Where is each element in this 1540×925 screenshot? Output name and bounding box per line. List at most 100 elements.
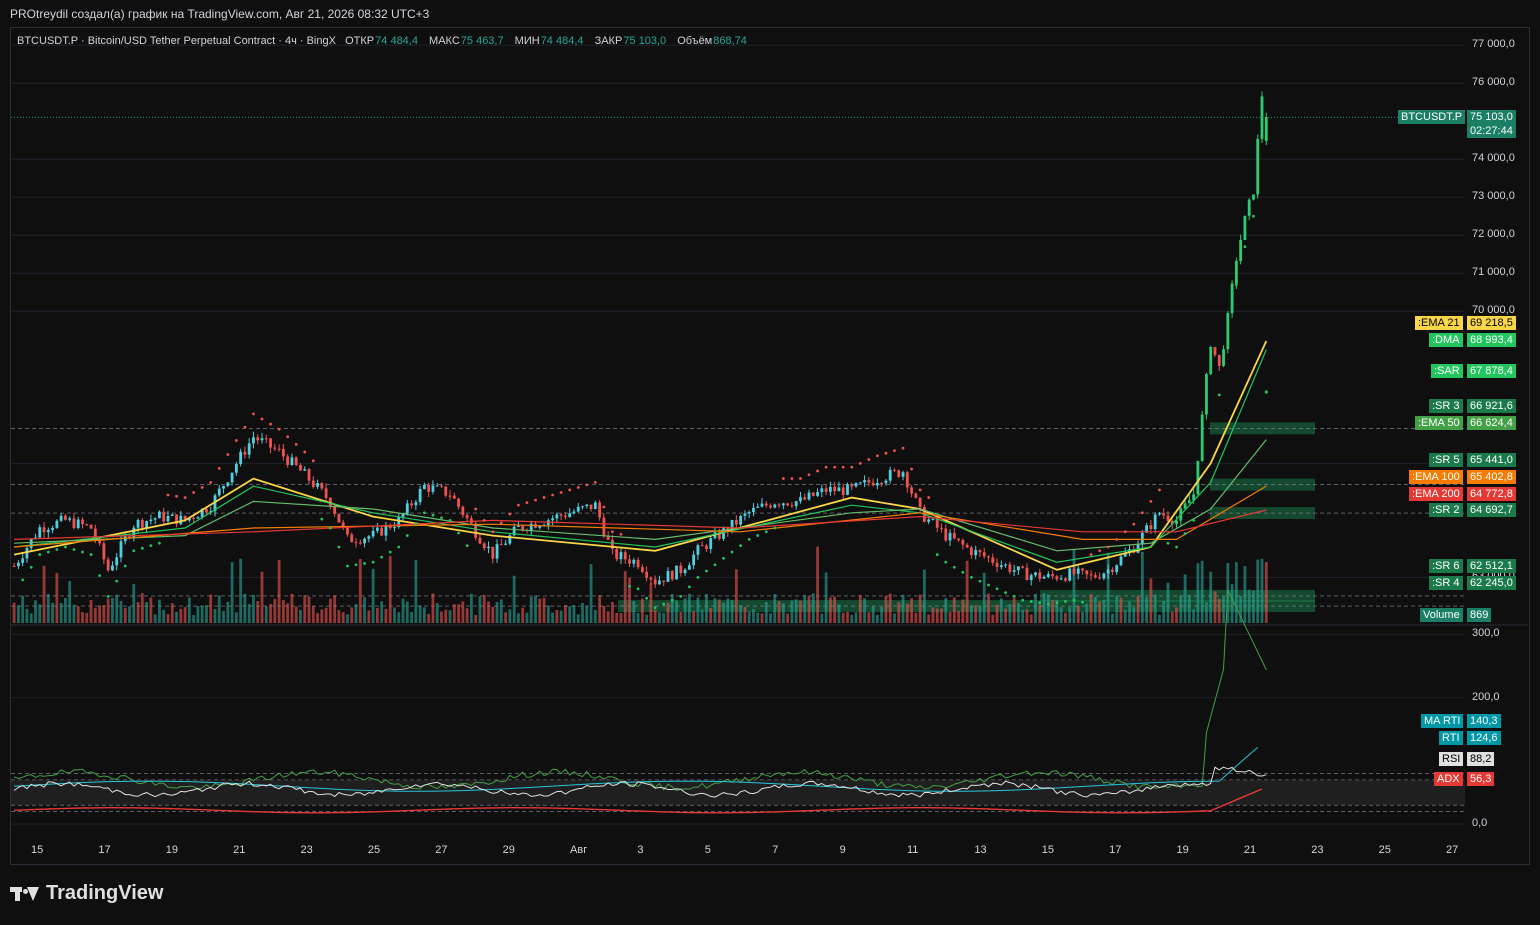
candle-body [452, 495, 456, 499]
sar-dot [311, 459, 315, 463]
chart-canvas[interactable] [0, 0, 1540, 925]
candle-body [264, 438, 268, 440]
oscillator-name-tag: RSI [1439, 752, 1464, 766]
volume-bar [89, 600, 93, 623]
volume-bar [98, 605, 102, 623]
volume-bar [1089, 594, 1093, 623]
indicator-name-tag: :EMA 50 [1415, 416, 1463, 430]
volume-bar [816, 546, 819, 623]
candle-body [777, 504, 781, 506]
candle-body [1243, 215, 1247, 240]
volume-bar [931, 607, 935, 623]
volume-bar [256, 601, 260, 623]
volume-bar [773, 594, 777, 623]
volume-bar [452, 604, 456, 623]
x-axis-tick-label: 17 [1109, 844, 1122, 856]
sar-dot [448, 518, 452, 522]
sar-dot [371, 560, 375, 564]
candle-body [1226, 313, 1230, 350]
candle-body [893, 469, 896, 471]
oscillator-value-tag: 124,6 [1467, 731, 1501, 745]
candle-body [824, 488, 828, 492]
volume-bar [687, 593, 691, 623]
candle-body [1234, 261, 1238, 284]
volume-bar [350, 607, 354, 623]
candle-body [1222, 349, 1225, 366]
oscillator-axis-tick-label: 0,0 [1472, 817, 1488, 830]
sr-name-tag: :SR 4 [1429, 576, 1463, 590]
candle-body [158, 511, 161, 519]
sar-dot [465, 544, 469, 548]
candle-body [461, 506, 465, 516]
sar-dot [790, 477, 794, 480]
sar-dot [1123, 530, 1127, 534]
volume-bar [29, 613, 33, 623]
sar-dot [542, 496, 546, 499]
candle-body [1038, 572, 1042, 579]
sar-dot [149, 544, 153, 548]
candle-body [636, 559, 640, 568]
volume-bar [205, 605, 208, 623]
sar-dot [337, 545, 341, 549]
candle-body [999, 565, 1003, 568]
volume-bar [1179, 595, 1183, 623]
x-axis-tick-label: 23 [300, 844, 313, 856]
candle-body [581, 506, 584, 508]
sar-dot [927, 496, 931, 499]
candle-body [982, 552, 986, 557]
volume-bar [1183, 574, 1187, 623]
volume-bar [200, 605, 204, 623]
candle-body [841, 487, 845, 495]
candle-body [290, 457, 294, 465]
sar-dot [269, 422, 272, 426]
volume-bar [987, 593, 990, 623]
candle-body [888, 469, 892, 481]
volume-bar [811, 593, 815, 623]
sr-value-tag: 65 441,0 [1467, 453, 1516, 467]
tradingview-logo[interactable]: TradingView [10, 882, 163, 905]
candle-body [645, 571, 649, 578]
candle-body [1076, 568, 1080, 574]
volume-bar [1175, 607, 1178, 623]
candle-body [140, 520, 144, 528]
sar-dot [346, 564, 349, 568]
volume-bar [1252, 590, 1255, 623]
candle-body [363, 538, 366, 544]
sar-dot [72, 548, 76, 551]
sar-dot [525, 501, 529, 505]
volume-bar [1217, 598, 1221, 623]
sar-dot [1217, 393, 1221, 397]
volume-bar [752, 608, 755, 623]
candle-body [940, 527, 943, 529]
volume-bar [418, 605, 422, 623]
candle-body [884, 480, 888, 484]
volume-bar [444, 609, 448, 623]
candle-body [51, 527, 54, 531]
candle-body [1217, 354, 1221, 366]
candle-body [833, 486, 837, 492]
candle-body [632, 559, 636, 564]
candle-body [867, 480, 871, 483]
y-axis-tick-label: 70 000,0 [1472, 304, 1515, 317]
volume-bar [102, 605, 106, 623]
candle-body [820, 488, 824, 493]
sar-dot [722, 556, 725, 560]
volume-bar [25, 608, 29, 623]
sar-dot [1264, 390, 1268, 394]
sar-dot [1140, 511, 1144, 515]
volume-bar [461, 601, 465, 623]
sar-dot [645, 596, 649, 600]
volume-bar [482, 594, 486, 623]
candle-body [687, 565, 691, 570]
candle-body [756, 506, 760, 508]
volume-bar [1196, 563, 1200, 623]
indicator-value-tag: 64 772,8 [1467, 487, 1516, 501]
x-axis-tick-label: 23 [1311, 844, 1324, 856]
candle-body [965, 544, 969, 548]
high-label: МАКС [429, 35, 460, 47]
candle-body [970, 547, 973, 556]
volume-bar [512, 575, 516, 623]
y-axis-tick-label: 74 000,0 [1472, 152, 1515, 165]
sar-dot [1192, 518, 1196, 522]
open-label: ОТКР [345, 35, 375, 47]
